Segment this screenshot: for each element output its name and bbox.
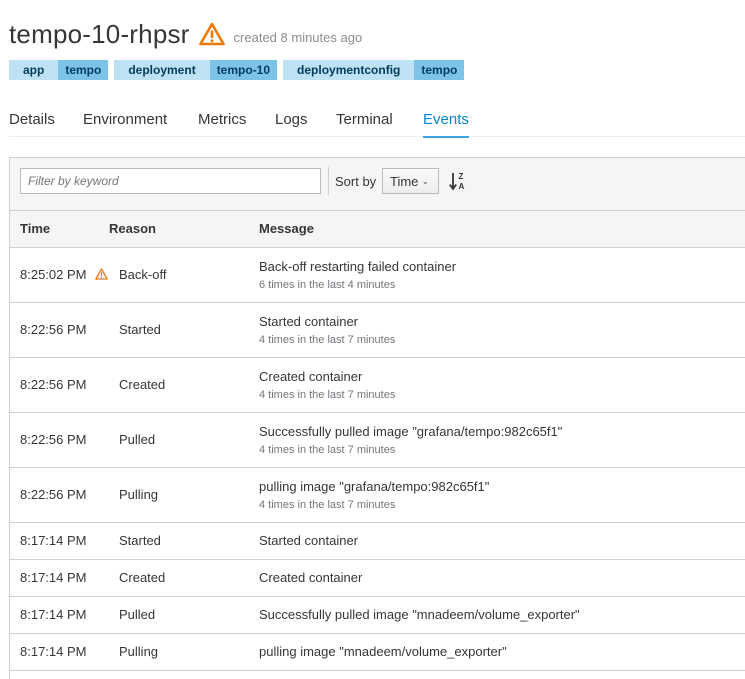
tab-environment[interactable]: Environment <box>83 111 167 128</box>
event-reason: Pulled <box>119 432 156 447</box>
table-row: 8:17:14 PM Started Started container <box>10 522 745 560</box>
table-header-row: Time Reason Message <box>10 211 745 248</box>
event-reason: Pulled <box>119 607 156 622</box>
event-reason: Started <box>119 322 161 337</box>
event-count: 4 times in the last 7 minutes <box>259 443 396 456</box>
event-message: Created container <box>259 559 745 597</box>
label-value[interactable]: tempo <box>414 60 465 80</box>
event-time: 8:22:56 PM <box>10 467 109 523</box>
event-reason-cell: Created <box>109 357 259 413</box>
event-reason-cell: Started <box>109 302 259 358</box>
toolbar-divider <box>328 167 329 195</box>
table-row: 8:25:02 PM Back-off Back-off restarting … <box>10 247 745 303</box>
event-message: Back-off restarting failed container <box>259 258 457 274</box>
sort-select[interactable]: Time ⌄ <box>382 168 439 194</box>
label-list: app tempo deployment tempo-10 deployment… <box>9 60 465 80</box>
event-time: 8:17:14 PM <box>10 522 109 560</box>
warning-icon <box>198 22 225 46</box>
event-reason-cell: Pulling <box>109 633 259 671</box>
event-reason-wrap: Back-off <box>95 267 167 282</box>
column-header-time[interactable]: Time <box>10 211 109 248</box>
label-app[interactable]: app tempo <box>9 60 109 80</box>
event-reason-cell: Started <box>109 522 259 560</box>
table-row: 8:22:56 PM Created Created container 4 t… <box>10 357 745 413</box>
event-message-cell: Successfully pulled image "grafana/tempo… <box>259 412 745 468</box>
event-message: Created container <box>259 368 363 384</box>
event-reason-cell: Pulling <box>109 467 259 523</box>
event-time: 8:17:14 PM <box>10 559 109 597</box>
label-value[interactable]: tempo-10 <box>209 60 278 80</box>
label-key[interactable]: deployment <box>114 60 210 80</box>
table-row: 8:22:56 PM Started Started container 4 t… <box>10 302 745 358</box>
event-time: 8:22:56 PM <box>10 302 109 358</box>
table-row: 8:17:14 PM Pulling pulling image "mnadee… <box>10 633 745 671</box>
event-message: Started container <box>259 522 745 560</box>
sort-select-value: Time <box>390 174 419 189</box>
event-time: 8:17:14 PM <box>10 596 109 634</box>
event-message: pulling image "grafana/tempo:982c65f1" <box>259 478 490 494</box>
event-reason: Pulling <box>119 487 159 502</box>
event-count: 6 times in the last 4 minutes <box>259 278 396 291</box>
event-message-cell: Back-off restarting failed container 6 t… <box>259 247 745 303</box>
column-header-message[interactable]: Message <box>259 211 745 248</box>
event-time: 8:17:14 PM <box>10 633 109 671</box>
label-deploymentconfig[interactable]: deploymentconfig tempo <box>283 60 465 80</box>
warning-icon <box>95 268 108 280</box>
tab-metrics[interactable]: Metrics <box>198 111 246 128</box>
label-key[interactable]: deploymentconfig <box>283 60 415 80</box>
event-reason: Created <box>119 570 166 585</box>
page-header: tempo-10-rhpsr created 8 minutes ago <box>9 16 362 52</box>
label-key[interactable]: app <box>9 60 59 80</box>
created-timestamp: created 8 minutes ago <box>233 29 363 45</box>
table-row: 8:17:14 PM Pulled Successfully pulled im… <box>10 596 745 634</box>
event-message: Started container <box>259 313 359 329</box>
event-reason: Started <box>119 533 161 548</box>
column-header-reason[interactable]: Reason <box>109 211 259 248</box>
event-message-cell: Created container 4 times in the last 7 … <box>259 357 745 413</box>
event-count: 4 times in the last 7 minutes <box>259 333 396 346</box>
sort-label: Sort by <box>335 174 377 189</box>
event-reason-cell: Pulled <box>109 596 259 634</box>
chevron-down-icon: ⌄ <box>421 176 429 186</box>
events-table: Time Reason Message 8:25:02 PM Back-off <box>10 211 745 671</box>
event-reason: Created <box>119 377 166 392</box>
event-message-cell: pulling image "grafana/tempo:982c65f1" 4… <box>259 467 745 523</box>
event-time: 8:22:56 PM <box>10 412 109 468</box>
table-row: 8:22:56 PM Pulled Successfully pulled im… <box>10 412 745 468</box>
svg-text:A: A <box>459 182 465 191</box>
event-reason: Pulling <box>119 644 159 659</box>
tab-details[interactable]: Details <box>9 111 55 128</box>
sort-alpha-desc-icon[interactable]: Z A <box>449 171 467 191</box>
event-reason-cell: Back-off <box>95 247 259 303</box>
filter-input[interactable] <box>20 168 321 194</box>
event-reason: Back-off <box>119 267 167 282</box>
event-reason-cell: Created <box>109 559 259 597</box>
tab-terminal[interactable]: Terminal <box>336 111 393 128</box>
event-reason-cell: Pulled <box>109 412 259 468</box>
tab-bar: Details Environment Metrics Logs Termina… <box>9 104 745 138</box>
event-message: Successfully pulled image "mnadeem/volum… <box>259 596 745 634</box>
event-count: 4 times in the last 7 minutes <box>259 388 396 401</box>
tab-events[interactable]: Events <box>423 111 469 138</box>
events-panel: Sort by Time ⌄ Z A Time Reason Message 8… <box>9 157 745 679</box>
page-title: tempo-10-rhpsr <box>9 18 190 49</box>
event-message-cell: Started container 4 times in the last 7 … <box>259 302 745 358</box>
event-time: 8:22:56 PM <box>10 357 109 413</box>
event-count: 4 times in the last 7 minutes <box>259 498 396 511</box>
event-message: pulling image "mnadeem/volume_exporter" <box>259 633 745 671</box>
tab-logs[interactable]: Logs <box>275 111 308 128</box>
svg-text:Z: Z <box>459 172 464 181</box>
label-value[interactable]: tempo <box>58 60 109 80</box>
events-toolbar: Sort by Time ⌄ Z A <box>10 158 745 211</box>
event-message: Successfully pulled image "grafana/tempo… <box>259 423 563 439</box>
label-deployment[interactable]: deployment tempo-10 <box>114 60 278 80</box>
table-row: 8:22:56 PM Pulling pulling image "grafan… <box>10 467 745 523</box>
table-row: 8:17:14 PM Created Created container <box>10 559 745 597</box>
